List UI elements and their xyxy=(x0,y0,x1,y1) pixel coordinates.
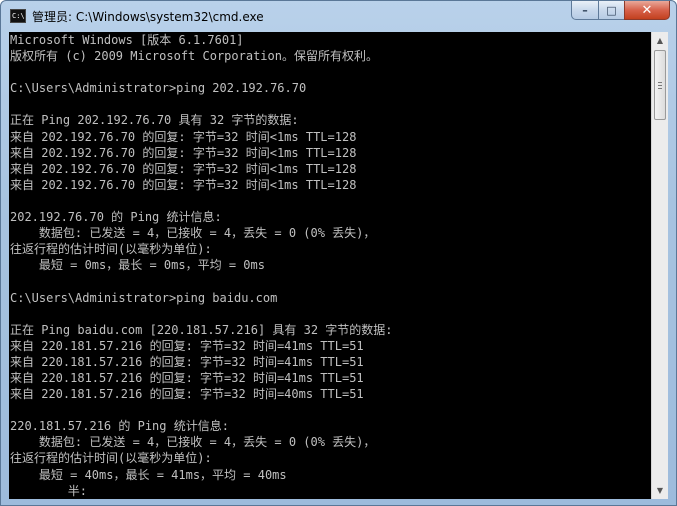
console-line: 往返行程的估计时间(以毫秒为单位): xyxy=(10,242,212,257)
console-line: Microsoft Windows [版本 6.1.7601] xyxy=(10,33,244,47)
console-line: 正在 Ping baidu.com [220.181.57.216] 具有 32… xyxy=(10,322,393,337)
console-line: 来自 202.192.76.70 的回复: 字节=32 时间<1ms TTL=1… xyxy=(10,161,357,176)
thumb-grip-icon xyxy=(658,85,662,86)
console-line: 正在 Ping 202.192.76.70 具有 32 字节的数据: xyxy=(10,113,299,128)
scroll-up-arrow-icon[interactable]: ▲ xyxy=(652,32,668,49)
minimize-button[interactable]: – xyxy=(571,1,598,20)
console-text: Microsoft Windows [版本 6.1.7601] 版权所有 (c) … xyxy=(9,32,651,499)
console-line: 最短 = 40ms，最长 = 41ms，平均 = 40ms xyxy=(10,467,287,482)
console-line: 半: xyxy=(10,483,88,498)
console-line: 版权所有 (c) 2009 Microsoft Corporation。保留所有… xyxy=(10,49,378,64)
console-line: 来自 202.192.76.70 的回复: 字节=32 时间<1ms TTL=1… xyxy=(10,129,357,144)
caption-buttons: – □ ✕ xyxy=(571,1,670,21)
console-line: 来自 220.181.57.216 的回复: 字节=32 时间=40ms TTL… xyxy=(10,387,364,402)
title-bar[interactable]: C:\ 管理员: C:\Windows\system32\cmd.exe – □… xyxy=(1,1,676,32)
console-line: 来自 202.192.76.70 的回复: 字节=32 时间<1ms TTL=1… xyxy=(10,177,357,192)
console-line: 来自 220.181.57.216 的回复: 字节=32 时间=41ms TTL… xyxy=(10,370,364,385)
cmd-icon[interactable]: C:\ xyxy=(10,9,26,23)
console-line: 往返行程的估计时间(以毫秒为单位): xyxy=(10,451,212,466)
console-line: 数据包: 已发送 = 4，已接收 = 4，丢失 = 0 (0% 丢失)， xyxy=(10,226,376,241)
console-line: C:\Users\Administrator>ping 202.192.76.7… xyxy=(10,81,307,96)
cmd-window: C:\ 管理员: C:\Windows\system32\cmd.exe – □… xyxy=(0,0,677,506)
console-line: 来自 220.181.57.216 的回复: 字节=32 时间=41ms TTL… xyxy=(10,354,364,369)
scroll-down-arrow-icon[interactable]: ▼ xyxy=(652,482,668,499)
scrollbar-thumb[interactable] xyxy=(654,50,666,120)
thumb-grip-icon xyxy=(658,82,662,83)
vertical-scrollbar[interactable]: ▲ ▼ xyxy=(651,32,668,499)
console-line: 来自 202.192.76.70 的回复: 字节=32 时间<1ms TTL=1… xyxy=(10,145,357,160)
console-line: 数据包: 已发送 = 4，已接收 = 4，丢失 = 0 (0% 丢失)， xyxy=(10,435,376,450)
thumb-grip-icon xyxy=(658,88,662,89)
close-button[interactable]: ✕ xyxy=(624,1,670,20)
console-line: 202.192.76.70 的 Ping 统计信息: xyxy=(10,210,222,225)
console-line: C:\Users\Administrator>ping baidu.com xyxy=(10,290,278,305)
console-line: 来自 220.181.57.216 的回复: 字节=32 时间=41ms TTL… xyxy=(10,338,364,353)
console-output[interactable]: Microsoft Windows [版本 6.1.7601] 版权所有 (c) … xyxy=(9,32,651,499)
window-title: 管理员: C:\Windows\system32\cmd.exe xyxy=(32,10,264,24)
maximize-button[interactable]: □ xyxy=(598,1,624,20)
console-line: 220.181.57.216 的 Ping 统计信息: xyxy=(10,419,229,434)
console-line: 最短 = 0ms，最长 = 0ms，平均 = 0ms xyxy=(10,258,265,273)
